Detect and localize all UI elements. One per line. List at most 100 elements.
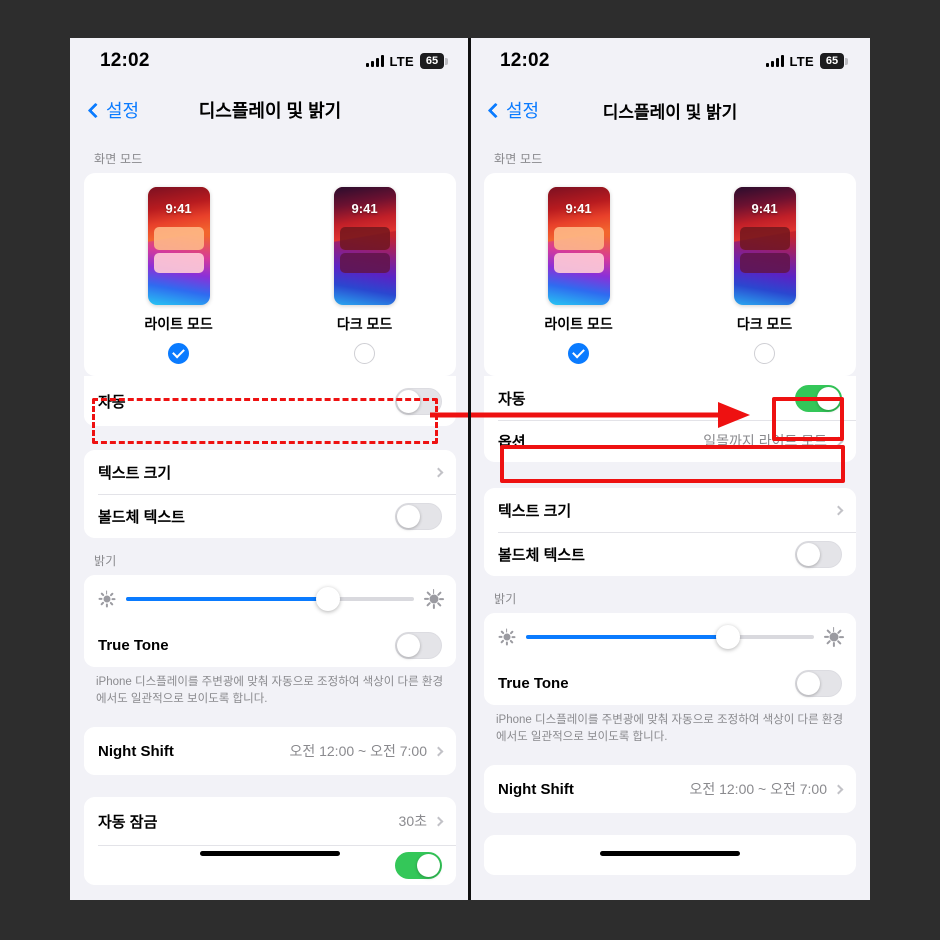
home-indicator [200,851,340,856]
auto-lock-label: 자동 잠금 [98,813,158,831]
brightness-slider-row[interactable] [484,613,856,661]
night-shift-row[interactable]: Night Shift 오전 12:00 ~ 오전 7:00 [84,727,456,776]
brightness-card-left: True Tone [84,575,456,667]
text-size-row[interactable]: 텍스트 크기 [484,488,856,532]
brightness-high-icon [823,627,844,647]
dark-mode-preview-icon: 9:41 [733,187,796,305]
phone-screen-after: 12:02 LTE 65 설정 디스플레이 및 밝기 화면 모드 9:41 라이… [470,38,870,900]
auto-label: 자동 [498,390,526,408]
light-mode-label: 라이트 모드 [544,316,613,332]
chevron-left-icon [487,102,504,118]
status-indicators: LTE 65 [365,53,448,69]
battery-icon: 65 [420,53,448,69]
auto-toggle[interactable] [395,387,442,415]
option-value: 일몰까지 라이트 모드 [703,433,827,449]
chevron-right-icon [433,746,444,757]
brightness-footnote: iPhone 디스플레이를 주변광에 맞춰 자동으로 조정하여 색상이 다른 환… [496,714,844,743]
brightness-slider-row[interactable] [84,575,456,623]
text-card-left: 텍스트 크기 볼드체 텍스트 [84,450,456,538]
cellular-bars-icon [765,55,784,67]
bold-text-toggle[interactable] [395,502,442,530]
light-mode-radio[interactable] [168,343,190,364]
mode-option-dark[interactable]: 9:41 다크 모드 [333,187,396,364]
bold-text-row[interactable]: 볼드체 텍스트 [84,494,456,538]
night-shift-value: 오전 12:00 ~ 오전 7:00 [689,781,827,798]
chevron-left-icon [87,102,104,118]
light-mode-preview-icon: 9:41 [547,187,610,305]
dark-mode-radio[interactable] [354,343,376,364]
true-tone-toggle[interactable] [395,631,442,659]
night-shift-label: Night Shift [98,742,174,760]
chevron-right-icon [833,505,844,515]
text-size-label: 텍스트 크기 [498,502,572,520]
status-time: 12:02 [500,50,550,71]
true-tone-label: True Tone [498,674,569,692]
mode-option-light[interactable]: 9:41 라이트 모드 [544,187,613,364]
text-size-label: 텍스트 크기 [98,464,172,482]
status-bar-right: 12:02 LTE 65 [470,38,870,84]
preview-time: 9:41 [751,201,778,216]
display-mode-section-label: 화면 모드 [94,152,143,166]
chevron-right-icon [433,816,444,827]
settings-content-right: 화면 모드 9:41 라이트 모드 9:41 다크 모드 자동 옵션 일몰까지 … [470,136,870,876]
status-bar-left: 12:02 LTE 65 [70,38,470,84]
light-mode-radio[interactable] [568,343,590,364]
brightness-slider-knob[interactable] [715,625,740,649]
phone-screen-before: 12:02 LTE 65 설정 디스플레이 및 밝기 화면 모드 9:41 라이… [70,38,470,900]
night-shift-card-right: Night Shift 오전 12:00 ~ 오전 7:00 [484,765,856,814]
auto-lock-value: 30초 [398,813,427,830]
back-button[interactable]: 설정 [487,97,539,123]
preview-time: 9:41 [565,201,592,216]
light-mode-label: 라이트 모드 [144,316,213,332]
dark-mode-radio[interactable] [754,343,776,364]
partial-toggle[interactable] [395,851,442,879]
nav-bar-right: 설정 디스플레이 및 밝기 [470,84,870,136]
network-label: LTE [389,53,414,69]
brightness-card-right: True Tone [484,613,856,705]
back-label: 설정 [106,101,140,121]
bold-text-label: 볼드체 텍스트 [98,508,185,526]
true-tone-row[interactable]: True Tone [484,661,856,705]
auto-label: 자동 [98,393,126,411]
settings-content-left: 화면 모드 9:41 라이트 모드 9:41 다크 모드 자동 텍스트 크기 볼… [70,136,470,886]
screenshot-stage: 12:02 LTE 65 설정 디스플레이 및 밝기 화면 모드 9:41 라이… [0,0,940,940]
auto-toggle[interactable] [795,384,842,412]
night-shift-label: Night Shift [498,780,574,798]
auto-row[interactable]: 자동 [484,376,856,420]
panel-divider [468,38,471,900]
light-mode-preview-icon: 9:41 [147,187,210,305]
night-shift-row[interactable]: Night Shift 오전 12:00 ~ 오전 7:00 [484,765,856,814]
nav-bar-left: 설정 디스플레이 및 밝기 [70,84,470,136]
brightness-low-icon [98,590,115,608]
brightness-section-label: 밝기 [94,554,117,568]
option-row[interactable]: 옵션 일몰까지 라이트 모드 [484,420,856,462]
brightness-slider[interactable] [526,625,814,649]
true-tone-row[interactable]: True Tone [84,623,456,667]
option-label: 옵션 [498,433,526,451]
chevron-right-icon [833,784,844,795]
bold-text-row[interactable]: 볼드체 텍스트 [484,532,856,576]
auto-row[interactable]: 자동 [84,376,456,426]
brightness-slider-knob[interactable] [315,587,340,611]
back-button[interactable]: 설정 [87,97,140,123]
status-indicators: LTE 65 [765,53,848,69]
preview-time: 9:41 [165,201,192,216]
text-size-row[interactable]: 텍스트 크기 [84,450,456,494]
dark-mode-label: 다크 모드 [336,316,393,332]
text-card-right: 텍스트 크기 볼드체 텍스트 [484,488,856,576]
auto-lock-card-left: 자동 잠금 30초 [84,797,456,886]
brightness-low-icon [498,628,515,646]
battery-icon: 65 [820,53,848,69]
preview-time: 9:41 [351,201,378,216]
true-tone-toggle[interactable] [795,669,842,697]
display-mode-section-label: 화면 모드 [494,152,543,166]
chevron-right-icon [433,467,444,477]
status-time: 12:02 [100,50,150,71]
brightness-slider[interactable] [126,587,414,611]
night-shift-card-left: Night Shift 오전 12:00 ~ 오전 7:00 [84,727,456,776]
bold-text-toggle[interactable] [795,540,842,568]
auto-lock-row[interactable]: 자동 잠금 30초 [84,797,456,846]
mode-option-dark[interactable]: 9:41 다크 모드 [733,187,796,364]
cellular-bars-icon [365,55,384,67]
mode-option-light[interactable]: 9:41 라이트 모드 [144,187,213,364]
